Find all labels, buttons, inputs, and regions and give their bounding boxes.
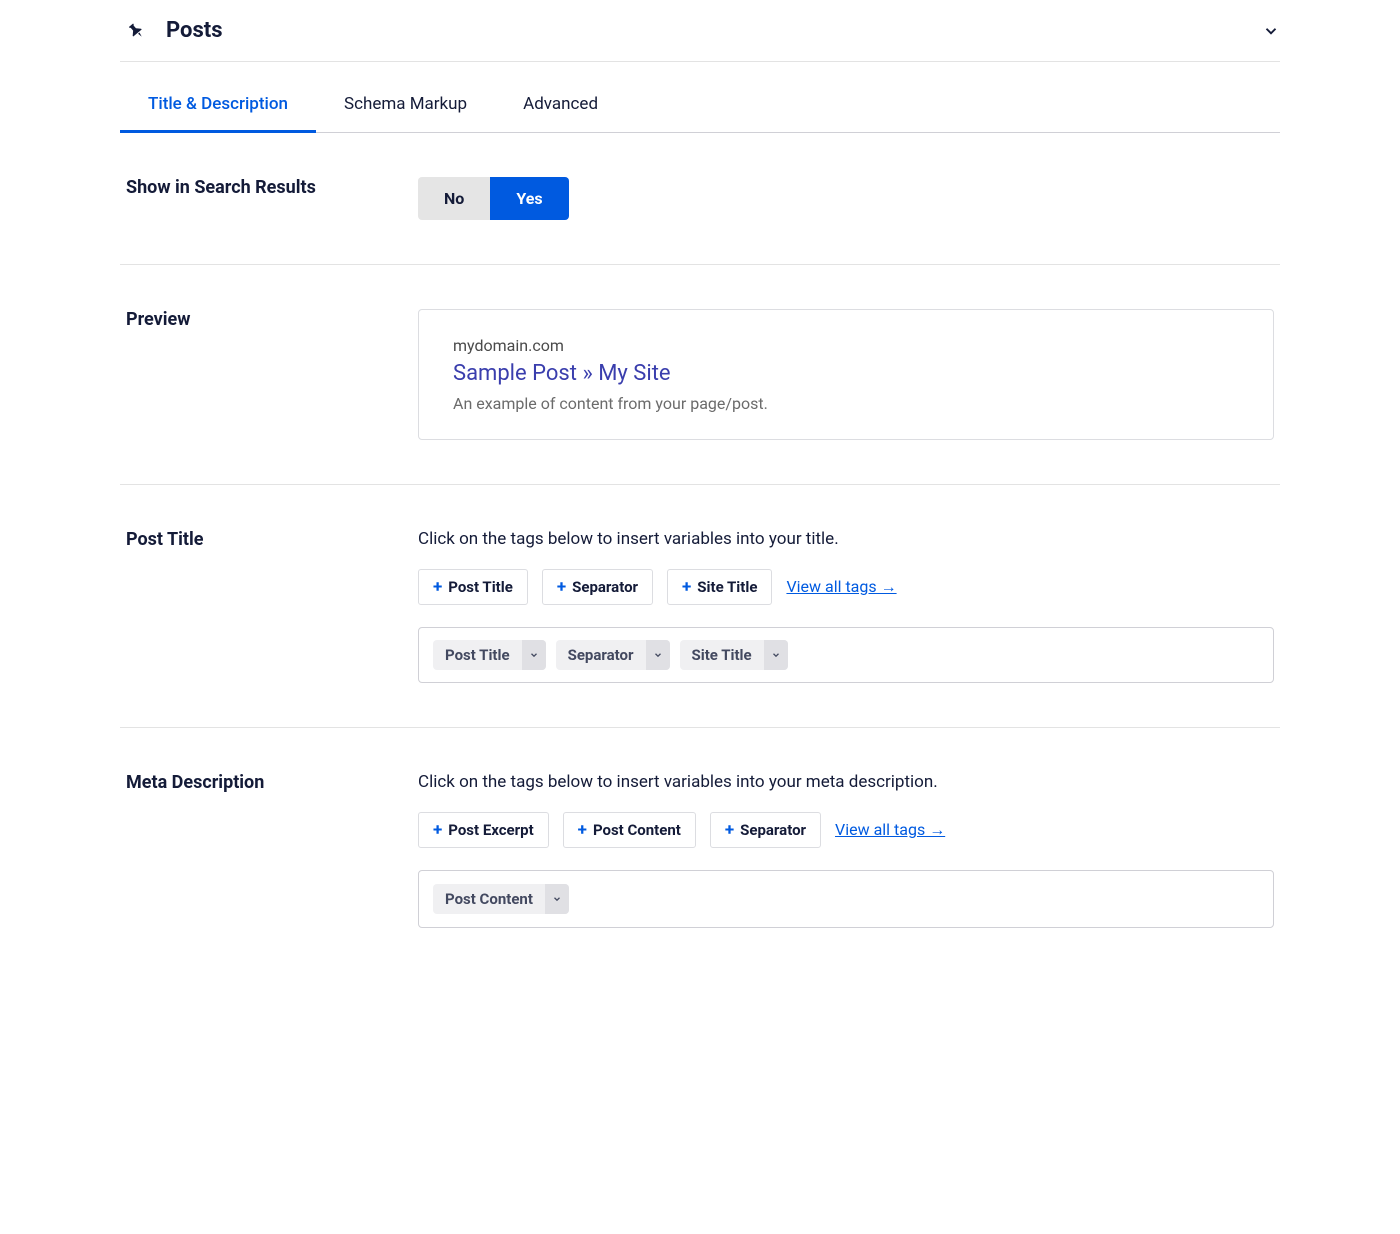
chip-label: Post Title <box>433 640 522 670</box>
section-post-title: Post Title Click on the tags below to in… <box>120 485 1280 728</box>
tag-post-excerpt[interactable]: + Post Excerpt <box>418 812 549 848</box>
meta-description-input[interactable]: Post Content <box>418 870 1274 928</box>
chip-label: Post Content <box>433 884 545 914</box>
tag-separator[interactable]: + Separator <box>542 569 653 605</box>
section-preview: Preview mydomain.com Sample Post » My Si… <box>120 265 1280 485</box>
preview-title: Sample Post » My Site <box>453 361 1239 386</box>
chip-post-title[interactable]: Post Title <box>433 640 546 670</box>
pin-icon <box>126 20 148 42</box>
page-title: Posts <box>166 18 223 43</box>
plus-icon: + <box>433 579 442 596</box>
chip-post-content[interactable]: Post Content <box>433 884 569 914</box>
chip-site-title[interactable]: Site Title <box>680 640 788 670</box>
tab-advanced[interactable]: Advanced <box>495 78 626 133</box>
plus-icon: + <box>725 822 734 839</box>
tag-label: Post Title <box>448 578 513 596</box>
tag-label: Site Title <box>697 578 757 596</box>
tag-label: Post Excerpt <box>448 821 533 839</box>
view-all-tags-link[interactable]: View all tags → <box>835 820 945 840</box>
collapse-toggle[interactable] <box>1262 22 1280 40</box>
section-show-in-search: Show in Search Results No Yes <box>120 133 1280 265</box>
chip-label: Site Title <box>680 640 764 670</box>
view-all-tags-link[interactable]: View all tags → <box>786 577 896 597</box>
tag-separator[interactable]: + Separator <box>710 812 821 848</box>
tab-title-description[interactable]: Title & Description <box>120 78 316 133</box>
help-text: Click on the tags below to insert variab… <box>418 772 1274 792</box>
tag-label: Post Content <box>593 821 681 839</box>
plus-icon: + <box>433 822 442 839</box>
toggle-no[interactable]: No <box>418 177 490 220</box>
tabs: Title & Description Schema Markup Advanc… <box>120 78 1280 133</box>
preview-description: An example of content from your page/pos… <box>453 394 1239 413</box>
tag-post-title[interactable]: + Post Title <box>418 569 528 605</box>
chip-label: Separator <box>556 640 646 670</box>
tag-label: Separator <box>572 578 638 596</box>
field-label: Preview <box>126 309 418 330</box>
chevron-down-icon[interactable] <box>545 884 569 914</box>
show-in-search-toggle: No Yes <box>418 177 569 220</box>
field-label: Show in Search Results <box>126 177 418 198</box>
field-label: Post Title <box>126 529 418 550</box>
section-meta-description: Meta Description Click on the tags below… <box>120 728 1280 972</box>
chevron-down-icon[interactable] <box>764 640 788 670</box>
tag-row: + Post Excerpt + Post Content + Separator V… <box>418 812 1274 848</box>
post-title-input[interactable]: Post Title Separator Site Title <box>418 627 1274 683</box>
plus-icon: + <box>682 579 691 596</box>
help-text: Click on the tags below to insert variab… <box>418 529 1274 549</box>
tag-row: + Post Title + Separator + Site Title View … <box>418 569 1274 605</box>
plus-icon: + <box>557 579 566 596</box>
field-label: Meta Description <box>126 772 418 793</box>
preview-box: mydomain.com Sample Post » My Site An ex… <box>418 309 1274 440</box>
tab-schema-markup[interactable]: Schema Markup <box>316 78 495 133</box>
chevron-down-icon[interactable] <box>646 640 670 670</box>
chevron-down-icon[interactable] <box>522 640 546 670</box>
section-header: Posts <box>120 0 1280 62</box>
toggle-yes[interactable]: Yes <box>490 177 568 220</box>
plus-icon: + <box>578 822 587 839</box>
preview-domain: mydomain.com <box>453 336 1239 355</box>
tag-site-title[interactable]: + Site Title <box>667 569 772 605</box>
chip-separator[interactable]: Separator <box>556 640 670 670</box>
tag-post-content[interactable]: + Post Content <box>563 812 696 848</box>
tag-label: Separator <box>740 821 806 839</box>
